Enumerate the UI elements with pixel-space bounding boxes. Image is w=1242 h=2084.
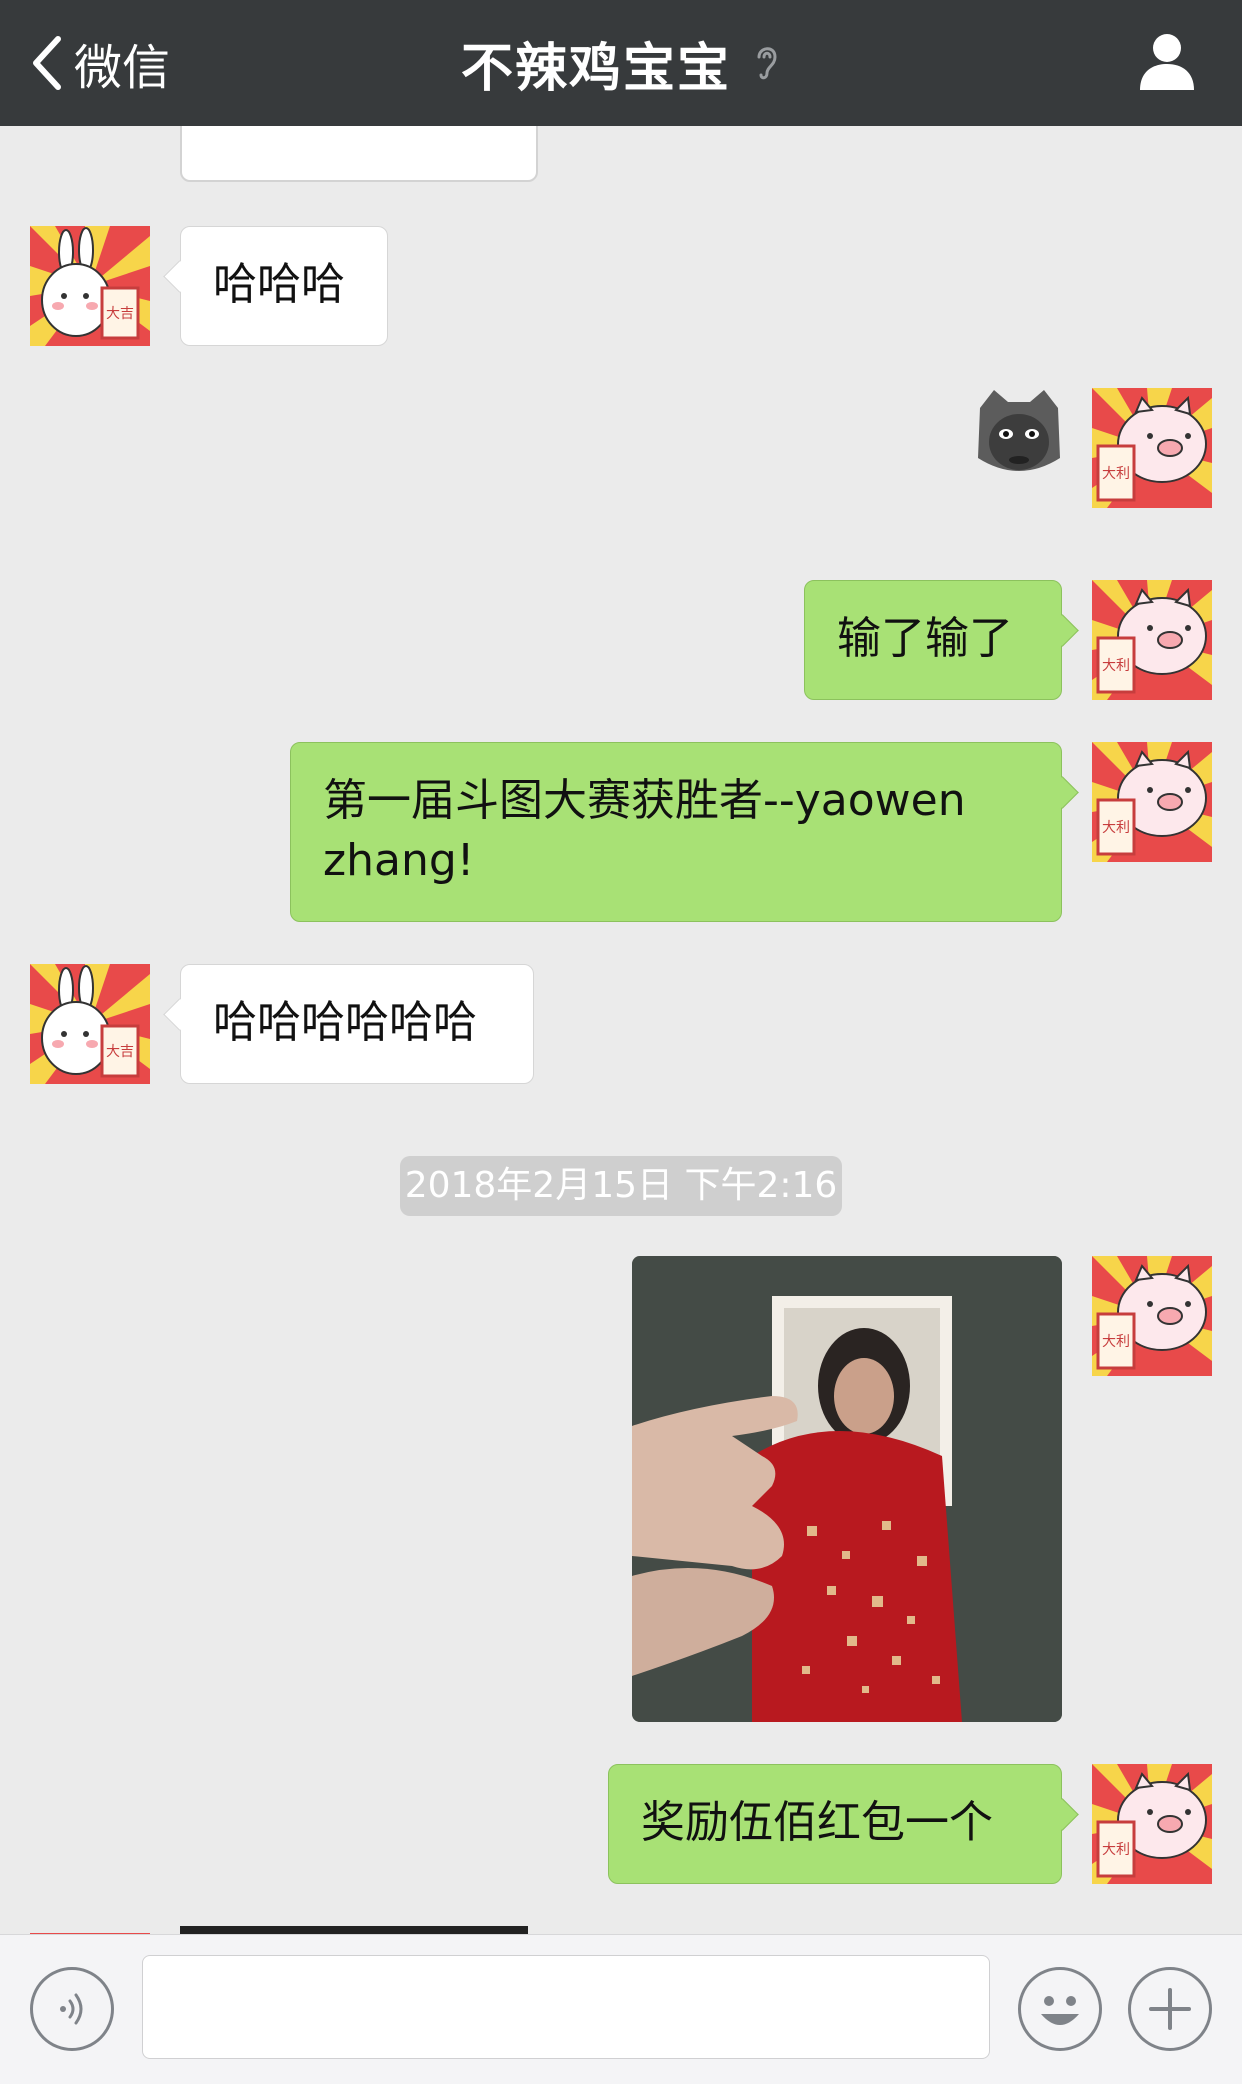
my-avatar[interactable]: 大利	[1092, 1256, 1212, 1376]
contact-avatar[interactable]	[30, 1926, 150, 1934]
my-avatar[interactable]: 大利	[1092, 580, 1212, 700]
message-text: 输了输了	[837, 613, 1013, 664]
nav-bar: 微信 不辣鸡宝宝	[0, 0, 1242, 126]
avatar-badge: 大利	[1102, 658, 1130, 674]
profile-icon[interactable]	[1136, 30, 1198, 92]
voice-icon	[60, 1993, 83, 2025]
message-text: 奖励伍佰红包一个	[641, 1797, 993, 1848]
timestamp-label: 2018年2月15日 下午2:16	[400, 1156, 842, 1216]
message-bubble[interactable]: 奖励伍佰红包一个	[608, 1764, 1062, 1884]
avatar-badge: 大利	[1102, 1842, 1130, 1858]
bunny-avatar-icon: 大吉	[30, 226, 150, 346]
message-text: 哈哈哈哈哈哈	[213, 997, 477, 1048]
partial-message-bubble	[180, 126, 538, 182]
message-bubble[interactable]: 哈哈哈	[180, 226, 388, 346]
image-message[interactable]	[632, 1256, 1062, 1722]
back-button[interactable]: 微信	[28, 0, 170, 126]
my-avatar[interactable]: 大利	[1092, 742, 1212, 862]
image-message[interactable]	[180, 1926, 528, 1934]
emoji-icon	[1041, 1996, 1079, 2025]
message-bubble[interactable]: 第一届斗图大赛获胜者--yaowen zhang!	[290, 742, 1062, 922]
bunny-avatar-icon: 大吉	[30, 964, 150, 1084]
avatar-badge: 大利	[1102, 466, 1130, 482]
chevron-left-icon	[33, 36, 61, 90]
pig-avatar-icon: 大利	[1092, 1764, 1212, 1884]
contact-avatar[interactable]: 大吉	[30, 226, 150, 346]
chat-title: 不辣鸡宝宝	[460, 38, 731, 99]
message-text: 哈哈哈	[213, 259, 345, 310]
message-text: 第一届斗图大赛获胜者--yaowen zhang!	[323, 775, 966, 886]
avatar-badge: 大利	[1102, 820, 1130, 836]
plus-icon	[1149, 1988, 1191, 2030]
input-bar	[0, 1934, 1242, 2084]
message-bubble[interactable]: 哈哈哈哈哈哈	[180, 964, 534, 1084]
photo-with-red-envelope-icon	[632, 1256, 1062, 1722]
pig-avatar-icon: 大利	[1092, 580, 1212, 700]
avatar-badge: 大吉	[106, 1044, 134, 1060]
message-bubble[interactable]: 输了输了	[804, 580, 1062, 700]
emoji-button[interactable]	[1018, 1967, 1102, 2051]
back-label: 微信	[74, 40, 171, 96]
chat-area[interactable]: 大吉 哈哈哈 大利 大利 输了输了 大利 第一届斗图大赛获胜者--yaowen …	[0, 126, 1242, 1934]
voice-button[interactable]	[30, 1967, 114, 2051]
ear-icon	[757, 47, 777, 80]
contact-avatar[interactable]: 大吉	[30, 964, 150, 1084]
avatar-badge: 大吉	[106, 306, 134, 322]
cat-face-sticker-icon	[978, 390, 1060, 471]
plus-button[interactable]	[1128, 1967, 1212, 2051]
my-avatar[interactable]: 大利	[1092, 1764, 1212, 1884]
pig-avatar-icon: 大利	[1092, 742, 1212, 862]
message-input[interactable]	[142, 1955, 990, 2059]
pig-avatar-icon: 大利	[1092, 1256, 1212, 1376]
pig-avatar-icon: 大利	[1092, 388, 1212, 508]
sticker-message[interactable]	[974, 388, 1064, 478]
my-avatar[interactable]: 大利	[1092, 388, 1212, 508]
avatar-badge: 大利	[1102, 1334, 1130, 1350]
